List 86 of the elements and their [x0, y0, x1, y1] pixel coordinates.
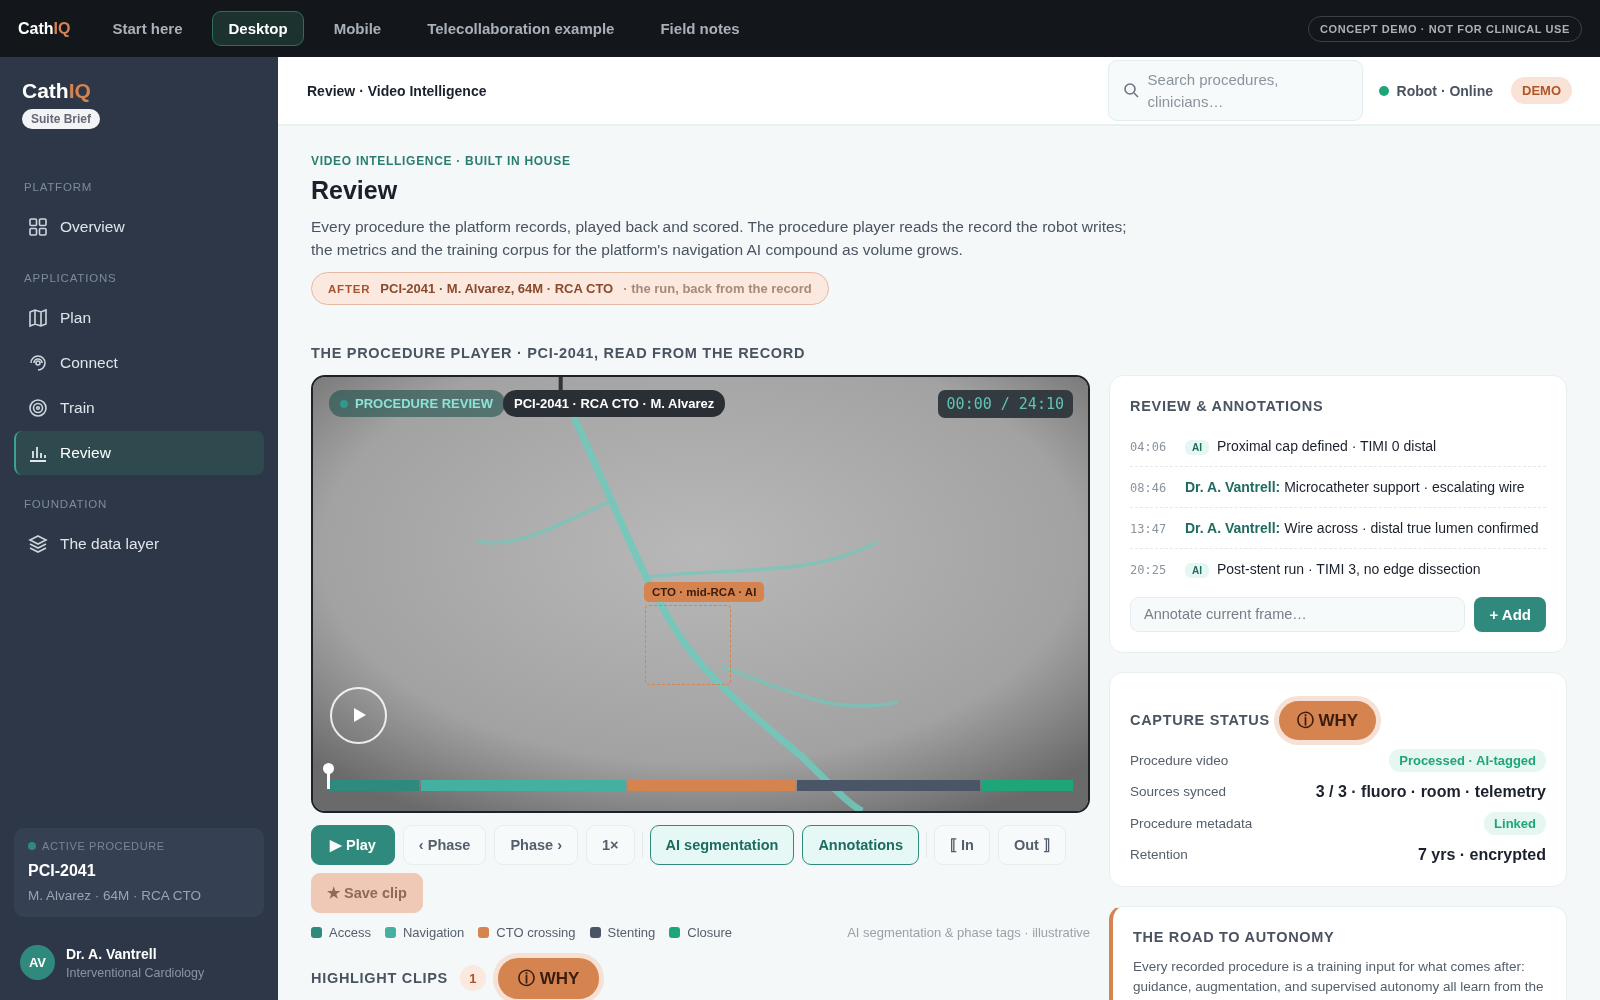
nav-tab[interactable]: Field notes	[644, 11, 756, 46]
annotation-text: Dr. A. Vantrell: Wire across · distal true lumen confirmed	[1185, 519, 1539, 536]
case-badge: PCI-2041 · RCA CTO · M. Alvarez	[503, 389, 726, 417]
context-tag: AFTER	[328, 282, 371, 295]
context-note: · the run, back from the record	[623, 280, 812, 296]
avatar: AV	[20, 945, 55, 980]
card-title: REVIEW & ANNOTATIONS	[1130, 397, 1325, 414]
section-title: THE PROCEDURE PLAYER · PCI-2041, READ FROM THE RECORD	[311, 344, 807, 361]
suite-badge: Suite Brief	[22, 109, 100, 129]
ai-tag: AI	[1185, 562, 1209, 578]
control-button[interactable]: Phase ›	[494, 824, 579, 865]
playhead[interactable]	[323, 762, 334, 789]
control-button[interactable]: ▶ Play	[311, 824, 395, 865]
status-label: Procedure metadata	[1130, 815, 1253, 831]
annotation-text: Proximal cap defined · TIMI 0 distal	[1217, 437, 1437, 454]
status-value: 3 / 3 · fluoro · room · telemetry	[1315, 782, 1546, 801]
detection-label: CTO · mid-RCA · AI	[644, 581, 765, 602]
control-button[interactable]: Out ⟧	[997, 824, 1066, 865]
section-title: PLATFORM	[24, 181, 94, 193]
status-dot	[28, 842, 36, 850]
control-button[interactable]: 1×	[586, 824, 635, 865]
mode-badge: PROCEDURE REVIEW	[329, 389, 505, 417]
status-label: Procedure video	[1130, 752, 1229, 768]
timestamp: 04:06	[1130, 439, 1165, 454]
description: Every procedure the platform records, played back and scored. The procedure player reads the record the robot writes; the metrics and the training corpus for the platform's navigation AI compound as volume grows.	[311, 217, 1128, 261]
eyebrow: VIDEO INTELLIGENCE · BUILT IN HOUSE	[311, 154, 572, 168]
count-badge: 1	[460, 965, 486, 991]
legend-label: Closure	[687, 924, 733, 940]
legend-label: Access	[329, 924, 371, 940]
sidebar-item[interactable]: Connect	[14, 341, 264, 385]
status-value: 7 yrs · encrypted	[1417, 845, 1546, 864]
card-label: ACTIVE PROCEDURE	[42, 840, 165, 852]
sidebar-item[interactable]: Plan	[14, 296, 264, 340]
user-name: Dr. A. Vantrell	[66, 945, 158, 962]
annotation-input[interactable]: Annotate current frame…	[1130, 596, 1466, 632]
add-button[interactable]: + Add	[1474, 596, 1546, 632]
annotation-text: Post-stent run · TIMI 3, no edge dissection	[1217, 560, 1481, 577]
context-record: PCI-2041 · M. Alvarez, 64M · RCA CTO	[380, 280, 614, 296]
status-label: Sources synced	[1130, 784, 1227, 799]
section-title: HIGHLIGHT CLIPS	[311, 970, 448, 986]
timestamp: 20:25	[1130, 562, 1165, 577]
target-icon	[28, 398, 48, 418]
legend-label: Stenting	[607, 924, 656, 940]
sidebar-item[interactable]: The data layer	[14, 522, 264, 566]
signal-icon	[28, 353, 48, 373]
legend-note: AI segmentation & phase tags · illustrative	[847, 924, 1090, 940]
sidebar-item[interactable]: Review	[14, 431, 264, 475]
nav-tab[interactable]: Telecollaboration example	[411, 11, 631, 46]
sidebar-item[interactable]: Overview	[14, 205, 264, 249]
layers-icon	[28, 534, 48, 554]
timecode: 00:00 / 24:10	[937, 389, 1073, 418]
procedure-detail: M. Alvarez · 64M · RCA CTO	[28, 888, 203, 903]
control-button[interactable]: Annotations	[802, 824, 919, 865]
user-role: Interventional Cardiology	[66, 965, 205, 980]
demo-badge: DEMO	[1511, 77, 1572, 104]
section-title: FOUNDATION	[24, 498, 109, 510]
card-title: THE ROAD TO AUTONOMY	[1133, 928, 1336, 945]
section-title: APPLICATIONS	[24, 272, 118, 284]
play-button[interactable]	[330, 686, 387, 744]
nav-tab[interactable]: Start here	[96, 11, 199, 46]
breadcrumb: Review · Video Intelligence	[307, 82, 487, 99]
legend-label: CTO crossing	[496, 924, 576, 940]
procedure-id: PCI-2041	[28, 862, 97, 880]
timestamp: 08:46	[1130, 480, 1165, 495]
status-pill: Linked	[1484, 811, 1546, 835]
page-title: Review	[311, 176, 399, 205]
search-field[interactable]: Search procedures, clinicians…	[1107, 60, 1363, 121]
control-button[interactable]: ⟦ In	[933, 824, 990, 865]
map-icon	[28, 308, 48, 328]
status-pill: Processed · AI-tagged	[1389, 748, 1546, 772]
timestamp: 13:47	[1130, 521, 1165, 536]
annotation-text: Dr. A. Vantrell: Microcatheter support · escalating wire	[1185, 478, 1525, 495]
grid-icon	[28, 217, 48, 237]
sidebar-item[interactable]: Train	[14, 386, 264, 430]
logo: CathIQ	[18, 19, 71, 38]
nav-tab[interactable]: Desktop	[212, 11, 304, 46]
legend-label: Navigation	[402, 924, 465, 940]
logo: CathIQ	[22, 79, 92, 103]
nav-tab[interactable]: Mobile	[317, 11, 398, 46]
control-button[interactable]: ‹ Phase	[402, 824, 487, 865]
card-text: Every recorded procedure is a training input for what comes after: guidance, augmentation, and supervised autonomy all learn from the	[1133, 957, 1545, 996]
robot-status: Robot · Online	[1396, 82, 1493, 99]
status-label: Retention	[1130, 847, 1188, 862]
ai-tag: AI	[1185, 439, 1209, 455]
control-button[interactable]: AI segmentation	[649, 824, 795, 865]
card-title: CAPTURE STATUS	[1130, 712, 1270, 728]
